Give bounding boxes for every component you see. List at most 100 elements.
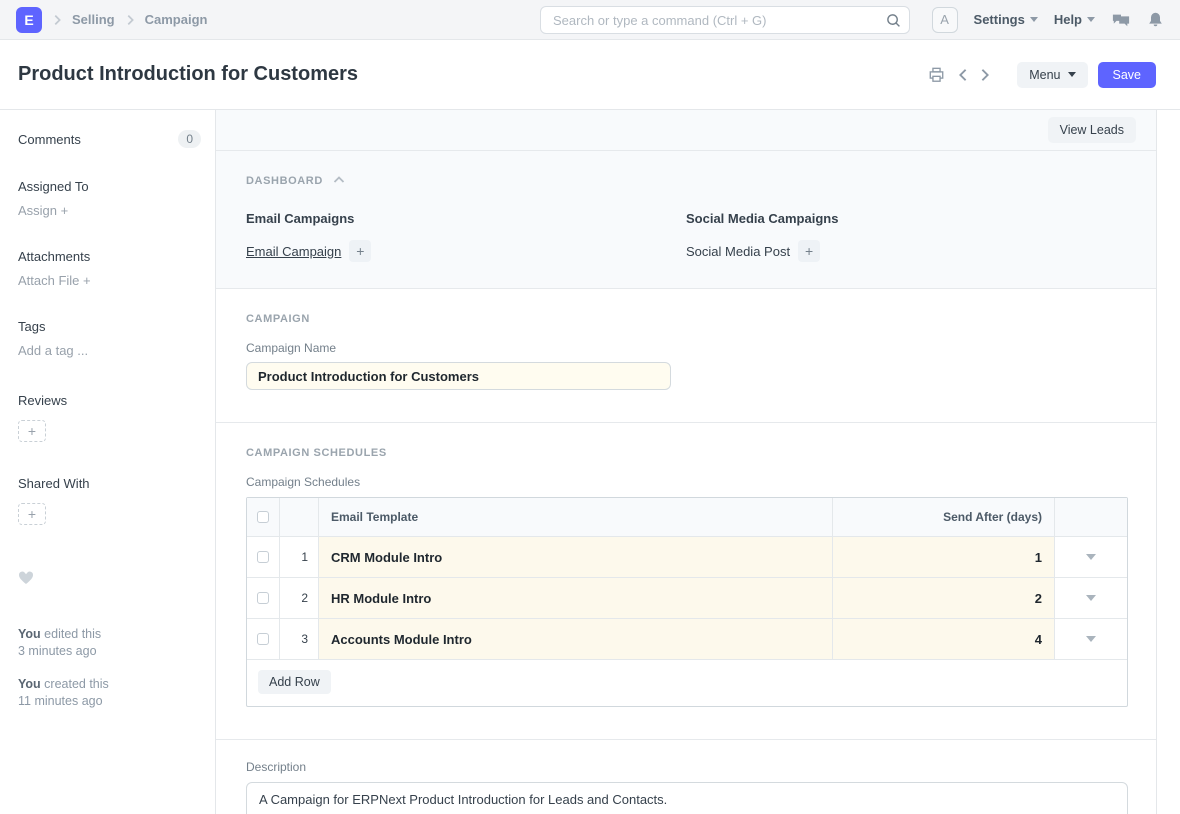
- avatar[interactable]: A: [932, 7, 958, 33]
- row-index: 3: [280, 619, 319, 659]
- select-all-checkbox[interactable]: [257, 511, 269, 523]
- campaign-schedules-table: Email Template Send After (days) 1 CRM M…: [246, 497, 1128, 707]
- timeline-when: 3 minutes ago: [18, 644, 97, 658]
- search-icon[interactable]: [886, 13, 901, 28]
- help-menu[interactable]: Help: [1054, 12, 1095, 27]
- email-template-cell[interactable]: CRM Module Intro: [319, 537, 833, 577]
- row-index-header: [280, 498, 319, 536]
- assign-label: Assign: [18, 203, 57, 218]
- plus-icon: +: [61, 203, 69, 218]
- table-row: 2 HR Module Intro 2: [247, 577, 1127, 618]
- description-input[interactable]: A Campaign for ERPNext Product Introduct…: [246, 782, 1128, 814]
- menu-button[interactable]: Menu: [1017, 62, 1087, 88]
- breadcrumb-selling[interactable]: Selling: [72, 12, 115, 27]
- row-expand-icon[interactable]: [1086, 636, 1096, 642]
- chevron-down-icon: [1068, 72, 1076, 77]
- next-icon[interactable]: [979, 68, 991, 82]
- timeline-actor: You: [18, 677, 41, 691]
- timeline-entry: You edited this 3 minutes ago: [18, 626, 201, 660]
- email-campaigns-heading: Email Campaigns: [246, 211, 686, 226]
- timeline-actor: You: [18, 627, 41, 641]
- edit-column-header: [1055, 498, 1127, 536]
- shared-with-label: Shared With: [18, 476, 201, 491]
- bell-icon[interactable]: [1147, 11, 1164, 29]
- form-sidebar: Comments 0 Assigned To Assign + Attachme…: [0, 110, 215, 814]
- save-button[interactable]: Save: [1098, 62, 1157, 88]
- form-toolbar: View Leads: [216, 110, 1156, 151]
- prev-icon[interactable]: [957, 68, 969, 82]
- description-label: Description: [246, 760, 1126, 774]
- chevron-right-icon: [50, 13, 64, 27]
- attach-file-label: Attach File: [18, 273, 79, 288]
- navbar: E Selling Campaign A Settings Help: [0, 0, 1180, 40]
- page-title: Product Introduction for Customers: [18, 63, 358, 86]
- dashboard-section: DASHBOARD Email Campaigns Email Campaign…: [216, 151, 1156, 289]
- search-input[interactable]: [553, 13, 886, 28]
- attachments-label: Attachments: [18, 249, 201, 264]
- chevron-down-icon: [1030, 17, 1038, 22]
- assign-button[interactable]: Assign +: [18, 203, 201, 218]
- send-after-cell[interactable]: 1: [833, 537, 1055, 577]
- plus-icon: +: [28, 506, 36, 522]
- global-search[interactable]: [540, 6, 910, 34]
- app-logo[interactable]: E: [16, 7, 42, 33]
- row-expand-icon[interactable]: [1086, 595, 1096, 601]
- email-template-cell[interactable]: HR Module Intro: [319, 578, 833, 618]
- campaign-name-input[interactable]: Product Introduction for Customers: [246, 362, 671, 390]
- row-checkbox[interactable]: [257, 551, 269, 563]
- email-template-cell[interactable]: Accounts Module Intro: [319, 619, 833, 659]
- row-checkbox[interactable]: [257, 633, 269, 645]
- add-review-button[interactable]: +: [18, 420, 46, 442]
- send-after-column-header: Send After (days): [833, 498, 1055, 536]
- tags-label: Tags: [18, 319, 201, 334]
- row-checkbox[interactable]: [257, 592, 269, 604]
- table-header-row: Email Template Send After (days): [247, 498, 1127, 536]
- plus-icon: +: [805, 243, 813, 259]
- attach-file-button[interactable]: Attach File +: [18, 273, 201, 288]
- menu-button-label: Menu: [1029, 68, 1060, 82]
- breadcrumb-campaign[interactable]: Campaign: [145, 12, 208, 27]
- like-heart-icon[interactable]: [18, 571, 201, 588]
- chevron-up-icon[interactable]: [333, 175, 345, 187]
- row-index: 1: [280, 537, 319, 577]
- page-head: Product Introduction for Customers Menu …: [0, 40, 1180, 110]
- form-layout: View Leads DASHBOARD Email Campaigns Ema…: [215, 110, 1157, 814]
- email-template-column-header: Email Template: [319, 498, 833, 536]
- sidebar-timeline: You edited this 3 minutes ago You create…: [18, 626, 201, 710]
- help-label: Help: [1054, 12, 1082, 27]
- add-social-media-post-button[interactable]: +: [798, 240, 820, 262]
- description-section: Description A Campaign for ERPNext Produ…: [216, 740, 1156, 814]
- share-button[interactable]: +: [18, 503, 46, 525]
- chat-icon[interactable]: [1111, 11, 1131, 29]
- comments-count-badge[interactable]: 0: [178, 130, 201, 148]
- add-tag-input[interactable]: Add a tag ...: [18, 343, 201, 358]
- timeline-when: 11 minutes ago: [18, 694, 103, 708]
- print-icon[interactable]: [928, 67, 945, 83]
- campaign-section: CAMPAIGN Campaign Name Product Introduct…: [216, 289, 1156, 423]
- plus-icon: +: [28, 423, 36, 439]
- chevron-down-icon: [1087, 17, 1095, 22]
- add-row-button[interactable]: Add Row: [258, 670, 331, 694]
- row-expand-icon[interactable]: [1086, 554, 1096, 560]
- settings-label: Settings: [974, 12, 1025, 27]
- timeline-action: created this: [44, 677, 109, 691]
- add-email-campaign-button[interactable]: +: [349, 240, 371, 262]
- email-campaign-link[interactable]: Email Campaign: [246, 244, 341, 259]
- timeline-entry: You created this 11 minutes ago: [18, 676, 201, 710]
- social-media-post-link[interactable]: Social Media Post: [686, 244, 790, 259]
- campaign-section-label: CAMPAIGN: [246, 313, 310, 325]
- view-leads-button[interactable]: View Leads: [1048, 117, 1136, 143]
- settings-menu[interactable]: Settings: [974, 12, 1038, 27]
- table-row: 1 CRM Module Intro 1: [247, 536, 1127, 577]
- timeline-action: edited this: [44, 627, 101, 641]
- campaign-name-label: Campaign Name: [246, 341, 1126, 355]
- plus-icon: +: [356, 243, 364, 259]
- comments-label[interactable]: Comments: [18, 132, 81, 147]
- reviews-label: Reviews: [18, 393, 201, 408]
- send-after-cell[interactable]: 2: [833, 578, 1055, 618]
- row-index: 2: [280, 578, 319, 618]
- campaign-schedules-section-label: CAMPAIGN SCHEDULES: [246, 447, 387, 459]
- send-after-cell[interactable]: 4: [833, 619, 1055, 659]
- dashboard-section-head[interactable]: DASHBOARD: [246, 175, 1126, 187]
- assigned-to-label: Assigned To: [18, 179, 201, 194]
